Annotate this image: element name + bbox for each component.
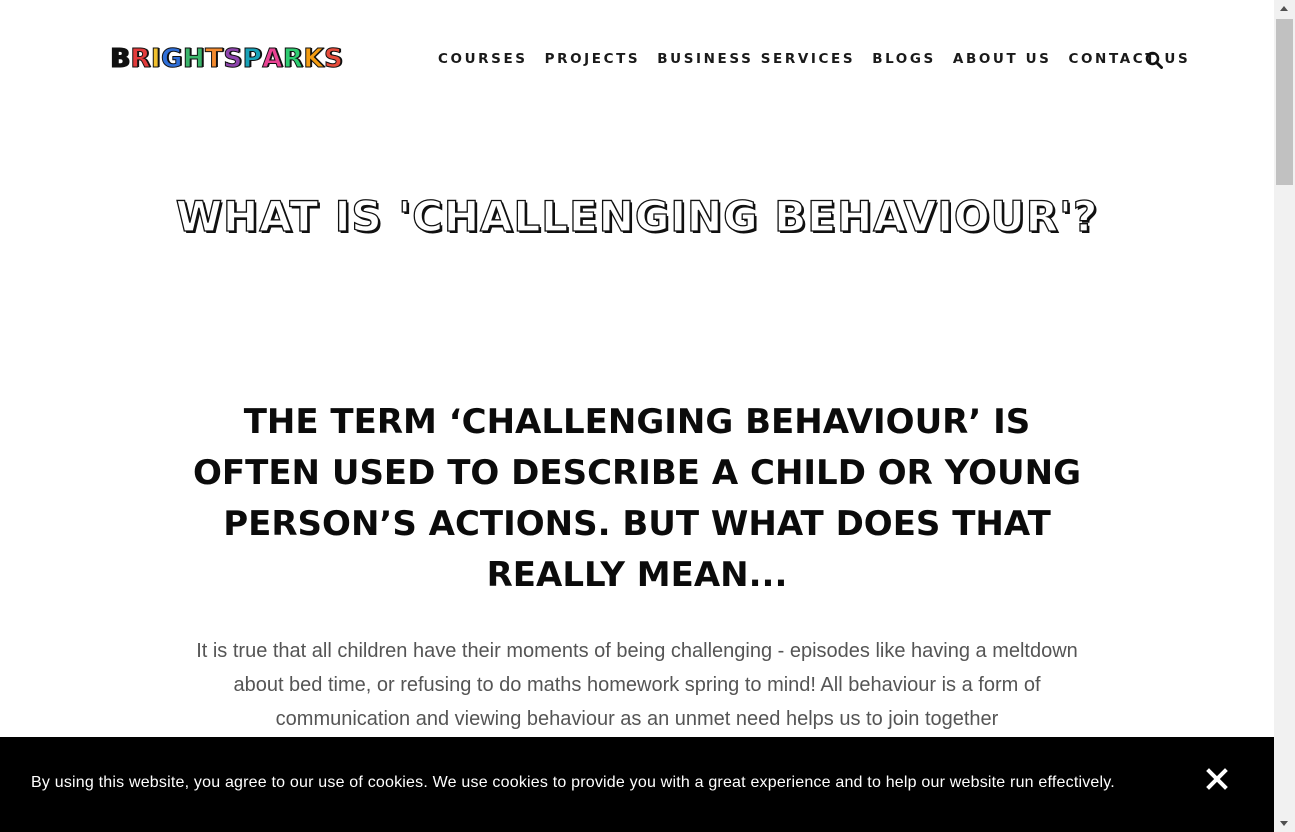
scroll-thumb[interactable] [1276, 19, 1293, 185]
intro-subheading: THE TERM ‘CHALLENGING BEHAVIOUR’ IS OFTE… [193, 402, 1081, 595]
page-title: WHAT IS 'CHALLENGING BEHAVIOUR'? [175, 191, 1099, 241]
search-icon[interactable] [1145, 51, 1163, 69]
vertical-scrollbar[interactable] [1274, 0, 1295, 832]
logo-letter: R [282, 44, 304, 75]
nav-about-us[interactable]: ABOUT US [953, 51, 1052, 67]
page: BRIGHTSPARKS COURSES PROJECTS BUSINESS S… [0, 0, 1274, 832]
nav-projects[interactable]: PROJECTS [545, 51, 641, 67]
logo-letter: B [109, 44, 131, 75]
logo-letter: P [242, 44, 263, 75]
intro-paragraph: It is true that all children have their … [196, 640, 1078, 730]
cookie-banner: By using this website, you agree to our … [0, 737, 1274, 832]
logo-letter: A [262, 44, 283, 75]
cookie-message: By using this website, you agree to our … [31, 774, 1115, 791]
nav-contact-us[interactable]: CONTACT US [1068, 51, 1190, 67]
logo-letter: S [324, 44, 344, 75]
logo-letter: T [205, 44, 224, 75]
scroll-down-arrow-icon[interactable] [1280, 821, 1288, 826]
nav-blogs[interactable]: BLOGS [872, 51, 936, 67]
site-header: BRIGHTSPARKS COURSES PROJECTS BUSINESS S… [0, 0, 1274, 120]
logo-letter: S [223, 44, 243, 75]
logo-letter: G [161, 44, 183, 75]
scroll-up-arrow-icon[interactable] [1280, 6, 1288, 11]
brightsparks-logo[interactable]: BRIGHTSPARKS [109, 44, 344, 75]
logo-letter: H [182, 44, 206, 75]
logo-letter: I [150, 44, 162, 75]
close-icon[interactable] [1205, 767, 1229, 791]
nav-courses[interactable]: COURSES [438, 51, 528, 67]
logo-letter: R [130, 44, 151, 75]
logo-letter: K [303, 44, 325, 75]
nav-business-services[interactable]: BUSINESS SERVICES [657, 51, 855, 67]
main-nav: COURSES PROJECTS BUSINESS SERVICES BLOGS… [438, 49, 1207, 69]
